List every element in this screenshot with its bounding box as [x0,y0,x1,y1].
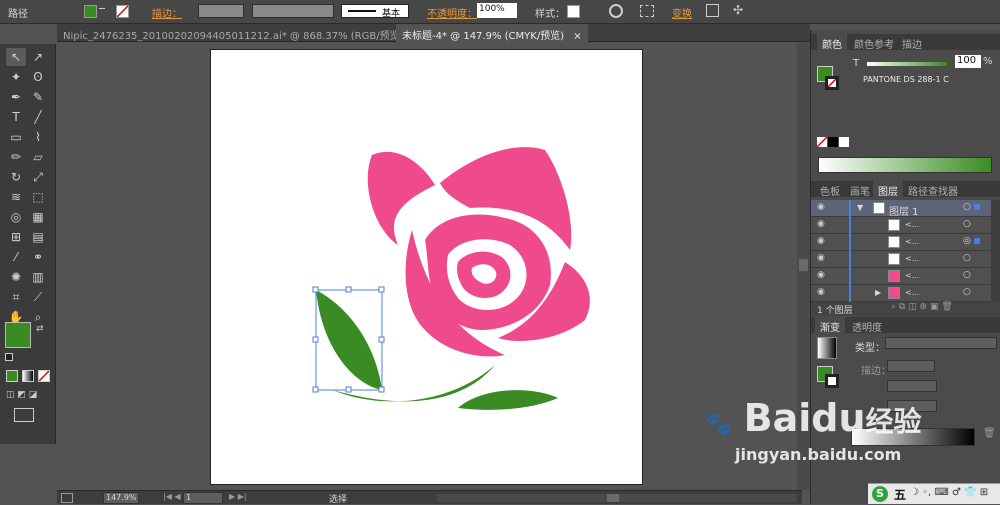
target-icon[interactable]: ○ [963,219,971,229]
tab-swatches[interactable]: 色板 [815,181,845,198]
artboard-nav-icon[interactable] [61,493,73,503]
gradient-preview[interactable] [817,337,837,359]
stroke-gradient-buttons[interactable] [887,360,935,372]
tab-pathfinder[interactable]: 路径查找器 [903,181,963,198]
sogou-icon[interactable]: S [872,486,888,502]
item-thumbnail [888,270,900,282]
layer-color-bar [849,200,851,217]
paw-icon: 🐾 [705,412,732,437]
layer-color-bar [849,285,851,302]
panel-stroke-swatch[interactable] [825,76,839,90]
selection-indicator[interactable] [974,204,980,210]
angle-input[interactable] [887,380,937,392]
ime-mode[interactable]: 五 [894,486,906,503]
gradient-stroke-swatch[interactable] [825,374,839,388]
gradient-type-dropdown[interactable] [885,337,997,349]
layers-panel-tabs: 色板 画笔 图层 路径查找器 [811,181,1000,198]
horizontal-scrollbar[interactable] [437,494,797,502]
target-icon[interactable]: ○ [963,253,971,263]
status-mode: 选择 [329,495,348,505]
leaf-right[interactable] [458,390,558,410]
leaf-selected[interactable] [312,286,385,393]
percent-label: % [983,56,993,67]
gradient-type-label: 类型： [855,343,885,354]
scroll-thumb[interactable] [607,494,619,502]
black-swatch[interactable] [828,137,838,147]
layer-thumbnail [873,202,885,214]
page-dropdown[interactable]: 1 [183,492,223,504]
item-thumbnail [888,253,900,265]
tab-color-guide[interactable]: 颜色参考 [849,34,899,51]
layer-color-bar [849,251,851,268]
gradient-panel-tabs: 渐变 透明度 [811,317,1000,334]
tint-input[interactable]: 100 [955,55,981,68]
tab-layers[interactable]: 图层 [873,181,903,198]
tab-brushes[interactable]: 画笔 [845,181,875,198]
delete-stop-icon[interactable]: 🗑 [983,428,996,439]
item-name[interactable]: <... [905,271,919,280]
tab-stroke[interactable]: 描边 [897,34,927,51]
target-icon[interactable]: ○ [963,270,971,280]
target-icon[interactable]: ○ [963,202,971,212]
tint-label: T [853,58,860,69]
visibility-eye-icon[interactable]: ◉ [817,270,829,282]
item-thumbnail [888,287,900,299]
item-name[interactable]: <... [905,254,919,263]
zoom-dropdown[interactable]: 147.9% [103,492,139,504]
watermark-brand-cn: 经验 [865,405,922,438]
layer-item-row[interactable]: ◉ <... ◎ [811,234,991,251]
layer-count: 1 个图层 [817,306,853,316]
item-thumbnail [888,236,900,248]
first-page-icon[interactable]: |◀ ◀ [163,492,181,501]
layers-scrollbar[interactable] [991,200,1000,302]
layer-item-row[interactable]: ◉ <... ○ [811,268,991,285]
visibility-eye-icon[interactable]: ◉ [817,236,829,248]
rose-flower[interactable] [367,147,590,357]
tint-slider[interactable] [867,62,947,66]
ime-tray: S 五 ☽ ◦, ⌨ ♂ 👕 ⊞ [868,483,1000,504]
layer-color-bar [849,217,851,234]
pantone-name: PANTONE DS 288-1 C [863,75,949,84]
item-thumbnail [888,219,900,231]
layer-row-1[interactable]: ◉ ▼ 图层 1 ○ [811,200,991,218]
white-swatch[interactable] [839,137,849,147]
visibility-eye-icon[interactable]: ◉ [817,287,829,299]
item-name[interactable]: <... [905,288,919,297]
layer-item-row[interactable]: ◉ <... ○ [811,217,991,234]
tab-gradient[interactable]: 渐变 [815,317,845,334]
layer-item-row[interactable]: ◉ ▶ <... ○ [811,285,991,302]
expand-triangle-icon[interactable]: ▼ [857,203,863,212]
layer-name[interactable]: 图层 1 [889,203,919,218]
tab-transparency[interactable]: 透明度 [847,317,887,334]
target-icon[interactable]: ○ [963,287,971,297]
none-swatch[interactable] [817,137,827,147]
layer-color-bar [849,268,851,285]
next-page-icon[interactable]: ▶ ▶| [229,492,247,501]
visibility-eye-icon[interactable]: ◉ [817,202,829,214]
watermark-brand: Baidu [743,396,866,440]
item-name[interactable]: <... [905,220,919,229]
layer-action-icons[interactable]: ⌕ ⧉ ◫ ⊕ ▣ 🗑 [891,302,953,312]
scroll-thumb[interactable] [799,259,808,271]
tint-ramp[interactable] [818,157,992,173]
layer-color-bar [849,234,851,251]
target-icon[interactable]: ◎ [963,236,971,246]
watermark-url: jingyan.baidu.com [735,445,902,464]
tray-icons[interactable]: ☽ ◦, ⌨ ♂ 👕 ⊞ [910,487,988,498]
color-panel-tabs: 颜色 颜色参考 描边 [811,34,1000,51]
baidu-watermark: 🐾 Baidu经验 jingyan.baidu.com [705,398,945,488]
visibility-eye-icon[interactable]: ◉ [817,219,829,231]
selection-indicator[interactable] [974,238,980,244]
item-name[interactable]: <... [905,237,919,246]
tab-color[interactable]: 颜色 [817,34,847,51]
layer-item-row[interactable]: ◉ <... ○ [811,251,991,268]
visibility-eye-icon[interactable]: ◉ [817,253,829,265]
layers-footer: 1 个图层 ⌕ ⧉ ◫ ⊕ ▣ 🗑 [811,302,1000,316]
expand-triangle-icon[interactable]: ▶ [875,288,881,297]
status-bar: 147.9% |◀ ◀ 1 ▶ ▶| 选择 [57,490,802,505]
